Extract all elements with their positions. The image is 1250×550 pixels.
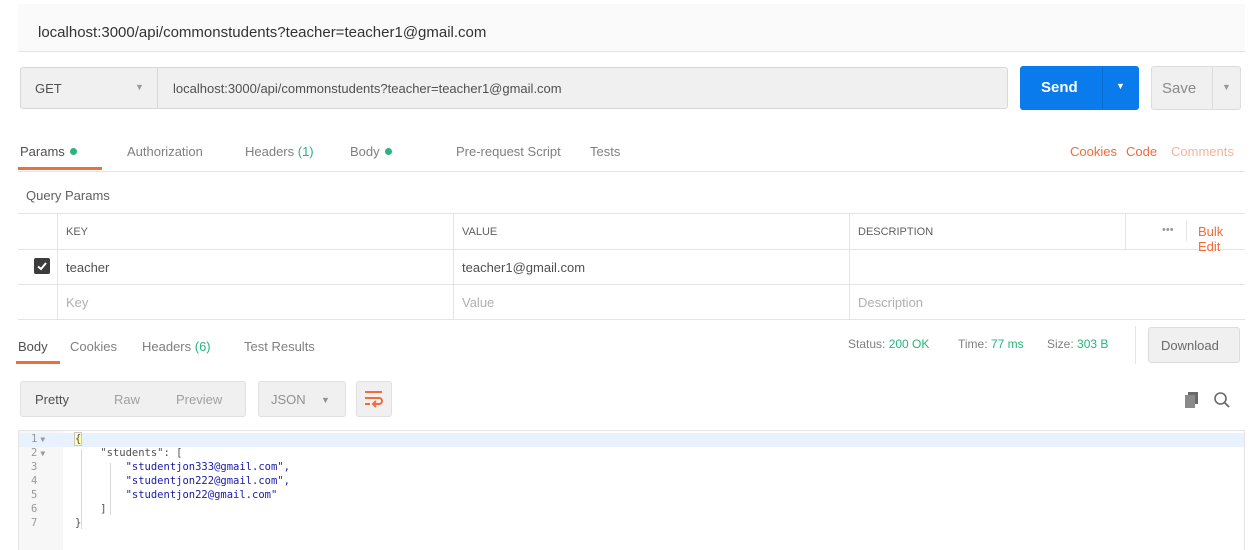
tab-count: (1) <box>297 144 314 159</box>
param-checkbox[interactable] <box>34 258 50 274</box>
comments-link[interactable]: Comments <box>1171 144 1234 159</box>
code-line: } <box>75 517 82 529</box>
time-value: 77 ms <box>990 337 1024 351</box>
tab-label: Headers <box>142 339 195 354</box>
response-body-editor[interactable]: 1 ▼ 2 ▼ 3 4 5 6 7 { "students": [ "student… <box>18 430 1245 550</box>
response-tab-cookies[interactable]: Cookies <box>70 339 117 354</box>
line-number: 5 <box>31 489 38 501</box>
search-icon[interactable] <box>1213 391 1231 412</box>
query-params-title: Query Params <box>26 188 110 203</box>
divider <box>1186 221 1187 241</box>
tab-label: Body <box>350 144 380 159</box>
view-mode-switch: Pretty Raw Preview <box>20 381 246 417</box>
time-label: Time: <box>958 337 988 351</box>
wrap-lines-icon <box>365 391 383 408</box>
column-key: KEY <box>58 214 454 249</box>
response-tab-body[interactable]: Body <box>18 339 48 354</box>
tab-authorization[interactable]: Authorization <box>127 144 203 159</box>
fold-caret-icon[interactable]: ▼ <box>40 449 45 458</box>
download-label: Download <box>1161 338 1219 353</box>
line-number: 1 ▼ <box>31 433 46 445</box>
view-pretty[interactable]: Pretty <box>35 392 69 407</box>
method-select[interactable]: GET ▼ <box>20 67 157 109</box>
divider <box>1135 326 1136 364</box>
checkbox-cell <box>18 285 58 319</box>
status-dot <box>384 148 392 155</box>
tab-body[interactable]: Body <box>350 144 392 159</box>
line-number: 4 <box>31 475 38 487</box>
response-tab-test-results[interactable]: Test Results <box>244 339 315 354</box>
caret-down-icon: ▼ <box>321 395 330 405</box>
description-cell[interactable] <box>850 250 1245 284</box>
size-readout: Size: 303 B <box>1047 337 1108 351</box>
save-button[interactable]: Save ▼ <box>1151 66 1241 110</box>
format-select[interactable]: JSON ▼ <box>258 381 346 417</box>
code-line: "studentjon222@gmail.com", <box>75 475 290 487</box>
tab-tests[interactable]: Tests <box>590 144 620 159</box>
method-label: GET <box>35 81 62 96</box>
column-value: VALUE <box>454 214 850 249</box>
table-row: teacher teacher1@gmail.com <box>18 250 1245 285</box>
tab-count: (6) <box>194 339 211 354</box>
send-divider <box>1102 66 1103 110</box>
status-readout: Status: 200 OK <box>848 337 929 351</box>
divider <box>18 171 1245 172</box>
size-label: Size: <box>1047 337 1074 351</box>
save-divider <box>1212 67 1213 109</box>
format-label: JSON <box>271 392 306 407</box>
status-value: 200 OK <box>888 337 930 351</box>
tab-label: Headers <box>245 144 298 159</box>
size-value: 303 B <box>1077 337 1109 351</box>
tab-params[interactable]: Params <box>20 144 77 159</box>
send-label: Send <box>1041 79 1078 96</box>
code-line: "studentjon22@gmail.com" <box>75 489 278 501</box>
active-line-highlight <box>19 433 1244 447</box>
value-cell[interactable]: teacher1@gmail.com <box>454 250 850 284</box>
key-cell[interactable]: teacher <box>58 250 454 284</box>
column-description: DESCRIPTION <box>850 214 1126 249</box>
tab-headers[interactable]: Headers (1) <box>245 144 314 159</box>
table-header-row: KEY VALUE DESCRIPTION ••• Bulk Edit <box>18 214 1245 254</box>
wrap-lines-button[interactable] <box>356 381 392 417</box>
line-number: 3 <box>31 461 38 473</box>
caret-down-icon[interactable]: ▼ <box>1222 82 1231 92</box>
checkbox-column <box>18 214 58 249</box>
active-tab-indicator <box>16 361 60 364</box>
fold-caret-icon[interactable]: ▼ <box>40 435 45 444</box>
line-number: 7 <box>31 517 38 529</box>
code-line: ] <box>75 503 107 515</box>
status-dot <box>69 148 77 155</box>
code-link[interactable]: Code <box>1126 144 1157 159</box>
description-placeholder-cell[interactable]: Description <box>850 285 1245 319</box>
url-input[interactable] <box>157 67 1008 109</box>
save-label: Save <box>1162 80 1197 97</box>
table-row-empty: Key Value Description <box>18 285 1245 320</box>
response-tab-headers[interactable]: Headers (6) <box>142 339 211 354</box>
code-line: { <box>73 432 83 446</box>
code-line: "students": [ <box>75 447 183 459</box>
more-icon[interactable]: ••• <box>1162 224 1174 236</box>
caret-down-icon[interactable]: ▼ <box>1116 81 1125 91</box>
copy-icon[interactable] <box>1185 392 1199 411</box>
cookies-link[interactable]: Cookies <box>1070 144 1117 159</box>
line-number: 6 <box>31 503 38 515</box>
download-button[interactable]: Download <box>1148 327 1240 363</box>
status-label: Status: <box>848 337 886 351</box>
caret-down-icon: ▼ <box>135 82 144 92</box>
line-number: 2 ▼ <box>31 447 46 459</box>
request-tab-title: localhost:3000/api/commonstudents?teache… <box>38 24 487 41</box>
key-placeholder-cell[interactable]: Key <box>58 285 454 319</box>
view-preview[interactable]: Preview <box>176 392 222 407</box>
check-icon <box>37 262 47 271</box>
code-line: "studentjon333@gmail.com", <box>75 461 290 473</box>
time-readout: Time: 77 ms <box>958 337 1024 351</box>
active-tab-indicator <box>18 167 102 170</box>
tab-label: Params <box>20 144 65 159</box>
view-raw[interactable]: Raw <box>114 392 140 407</box>
request-tab[interactable]: localhost:3000/api/commonstudents?teache… <box>18 4 1245 52</box>
value-placeholder-cell[interactable]: Value <box>454 285 850 319</box>
tab-pre-request-script[interactable]: Pre-request Script <box>456 144 561 159</box>
send-button[interactable]: Send ▼ <box>1020 66 1139 110</box>
